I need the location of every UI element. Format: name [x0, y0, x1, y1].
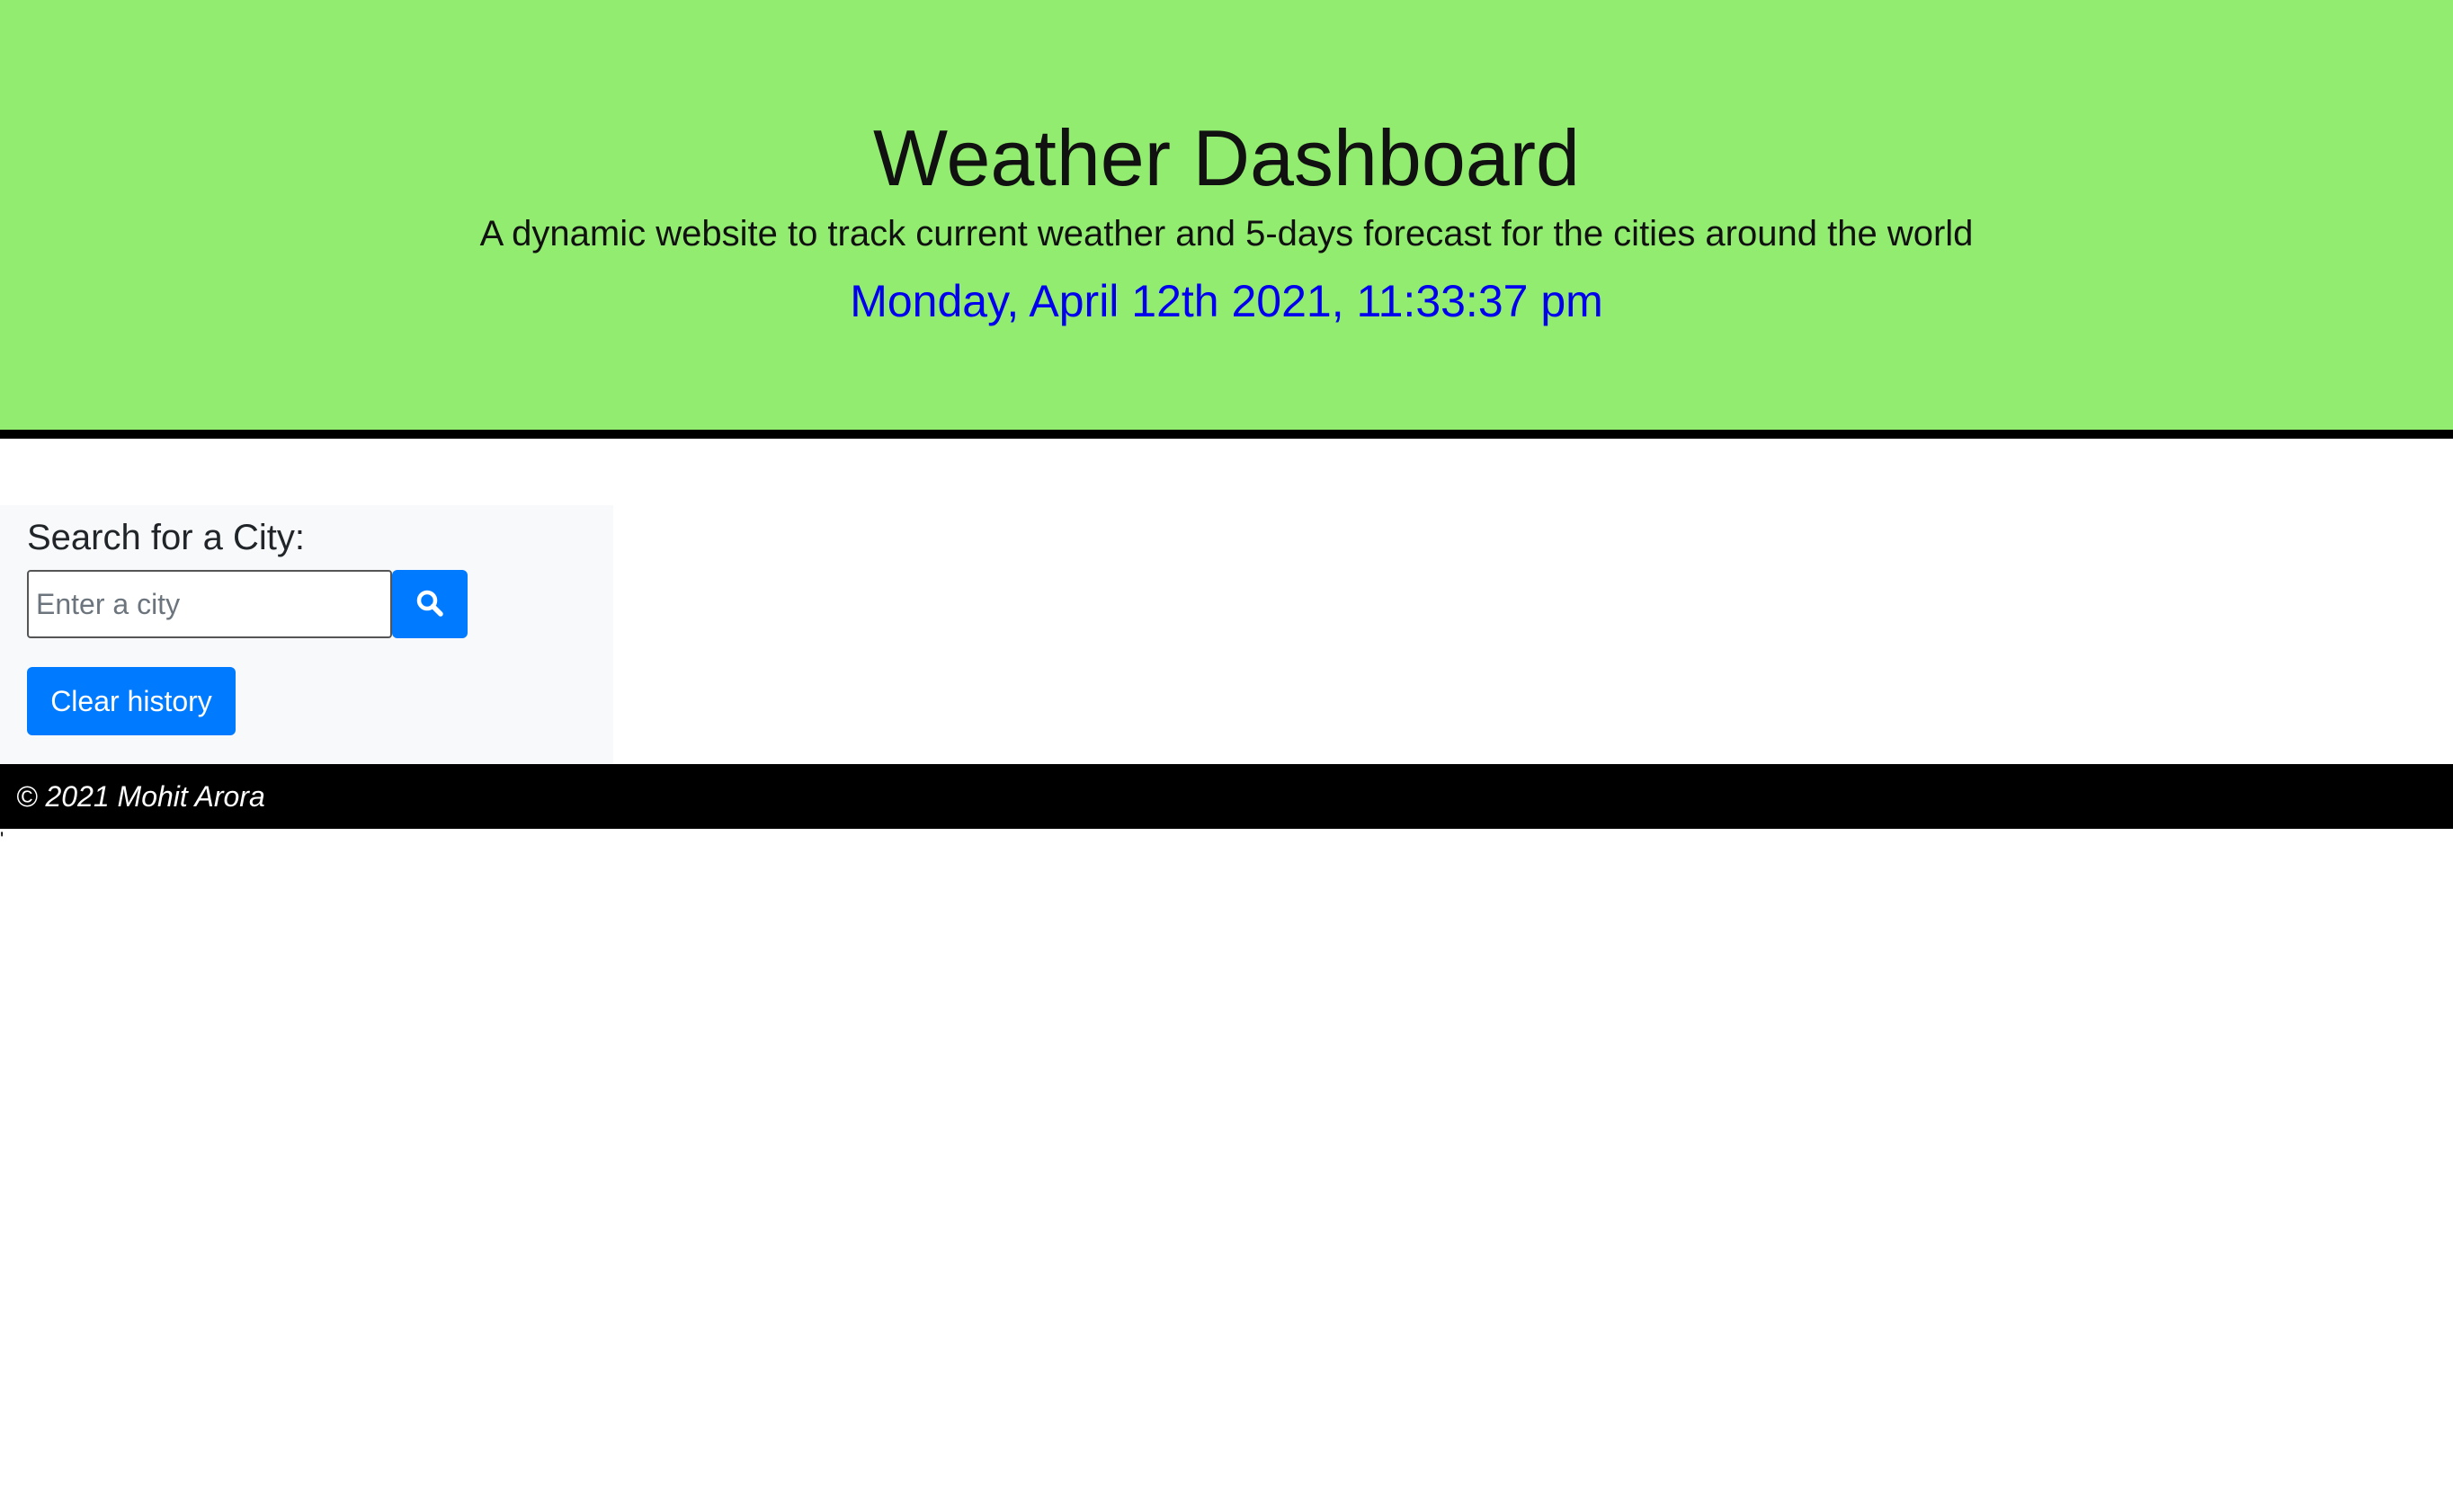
- copyright-text: © 2021 Mohit Arora: [16, 780, 265, 813]
- stray-text: ': [0, 828, 4, 850]
- page-title: Weather Dashboard: [873, 113, 1580, 202]
- page-subtitle: A dynamic website to track current weath…: [479, 214, 1974, 253]
- search-panel: Search for a City: Clear history: [0, 505, 613, 764]
- search-button[interactable]: [392, 570, 468, 638]
- city-search-input[interactable]: [27, 570, 392, 638]
- clear-history-button[interactable]: Clear history: [27, 667, 236, 735]
- search-icon: [415, 589, 444, 620]
- current-datetime: Monday, April 12th 2021, 11:33:37 pm: [850, 276, 1603, 326]
- page-header: Weather Dashboard A dynamic website to t…: [0, 0, 2453, 439]
- page-footer: © 2021 Mohit Arora: [0, 764, 2453, 829]
- search-label: Search for a City:: [27, 518, 306, 557]
